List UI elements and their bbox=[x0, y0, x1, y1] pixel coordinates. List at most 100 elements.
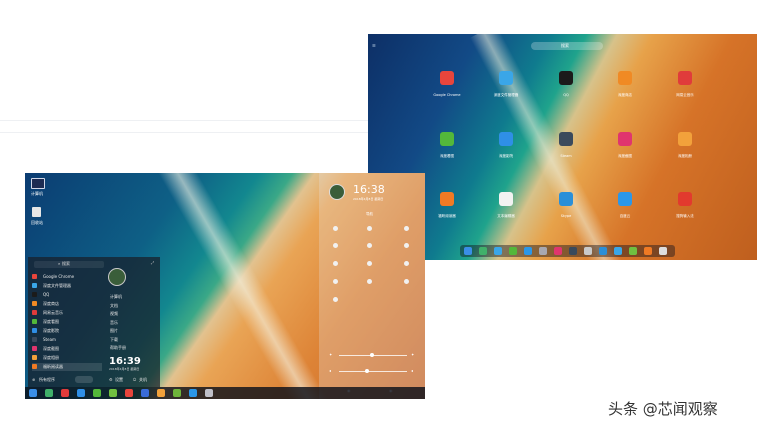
start-menu-item[interactable]: 深度商店 bbox=[32, 300, 102, 308]
launcher-menu-icon[interactable]: ☰ bbox=[372, 44, 376, 48]
text-editor-icon[interactable] bbox=[499, 192, 513, 206]
brightness-slider-knob[interactable] bbox=[370, 353, 374, 357]
computer-icon[interactable] bbox=[31, 178, 45, 189]
start-menu: 搜索 ⌕ ⤢ Google Chrome 深度文件管理器 QQ 深度商店 网易云音乐 深度… bbox=[28, 257, 160, 387]
start-menu-item[interactable]: QQ bbox=[32, 291, 102, 299]
update-icon[interactable] bbox=[404, 279, 409, 284]
power-button[interactable]: 关机 bbox=[139, 378, 147, 382]
dock-settings-icon[interactable] bbox=[539, 247, 547, 255]
keyboard-icon[interactable] bbox=[367, 279, 372, 284]
taskbar-chrome-icon[interactable] bbox=[125, 389, 133, 397]
taskbar-app-icon[interactable] bbox=[109, 389, 117, 397]
start-menu-place-link[interactable]: 下载 bbox=[110, 337, 118, 342]
all-apps-button[interactable]: 所有程序 bbox=[39, 378, 55, 382]
taskbar-cloud-icon[interactable] bbox=[189, 389, 197, 397]
start-menu-place-link[interactable]: 图片 bbox=[110, 329, 118, 333]
start-menu-item[interactable]: 深度影院 bbox=[32, 327, 102, 335]
personalization-icon[interactable] bbox=[333, 243, 338, 248]
taskbar-music-icon[interactable] bbox=[61, 389, 69, 397]
start-menu-item[interactable]: 深度截图 bbox=[32, 345, 102, 353]
cloud-icon[interactable] bbox=[618, 192, 632, 206]
start-menu-item[interactable]: 福昕阅读器 bbox=[32, 363, 102, 371]
launcher-search-input[interactable]: 搜索 bbox=[531, 42, 603, 50]
app-icon bbox=[32, 301, 37, 306]
start-menu-item[interactable]: 深度文件管理器 bbox=[32, 282, 102, 290]
avatar[interactable] bbox=[329, 184, 345, 200]
default-apps-icon[interactable] bbox=[404, 226, 409, 231]
chrome-icon[interactable] bbox=[440, 71, 454, 85]
taskbar-store-icon[interactable] bbox=[141, 389, 149, 397]
start-menu-place-link[interactable]: 帮助手册 bbox=[110, 346, 126, 350]
screenshot-icon[interactable] bbox=[618, 132, 632, 146]
dock-network-icon[interactable] bbox=[599, 247, 607, 255]
taskbar-notes-icon[interactable] bbox=[173, 389, 181, 397]
store-icon[interactable] bbox=[618, 71, 632, 85]
category-toggle[interactable] bbox=[75, 376, 93, 383]
dock-app-icon[interactable] bbox=[629, 247, 637, 255]
image-viewer-icon[interactable] bbox=[440, 132, 454, 146]
volume-slider-knob[interactable] bbox=[365, 369, 369, 373]
start-menu-place-link[interactable]: 计算机 bbox=[110, 295, 122, 299]
dock-launcher-icon[interactable] bbox=[464, 247, 472, 255]
dock-steam-icon[interactable] bbox=[569, 247, 577, 255]
bluetooth-icon[interactable] bbox=[404, 243, 409, 248]
taskbar-image-viewer-icon[interactable] bbox=[93, 389, 101, 397]
avatar[interactable] bbox=[108, 268, 126, 286]
launcher-app-label: QQ bbox=[563, 93, 569, 97]
start-menu-clock: 16:39 bbox=[109, 356, 141, 367]
start-menu-place-link[interactable]: 文档 bbox=[110, 303, 118, 308]
start-menu-item[interactable]: 深度看图 bbox=[32, 318, 102, 326]
input-method-icon[interactable] bbox=[678, 192, 692, 206]
pdf-icon[interactable] bbox=[440, 192, 454, 206]
mouse-icon[interactable] bbox=[333, 279, 338, 284]
taskbar-movie-icon[interactable] bbox=[77, 389, 85, 397]
steam-icon[interactable] bbox=[559, 132, 573, 146]
power-settings-icon[interactable] bbox=[404, 261, 409, 266]
desktop-icon-label: 回收站 bbox=[31, 220, 43, 225]
dock-files-icon[interactable] bbox=[479, 247, 487, 255]
start-menu-place-link[interactable]: 音乐 bbox=[110, 320, 118, 325]
launcher-app-label: 深度截图 bbox=[618, 154, 632, 158]
start-menu-search-input[interactable]: 搜索 bbox=[34, 261, 104, 268]
dock-folder-icon[interactable] bbox=[494, 247, 502, 255]
start-menu-item[interactable]: 深度相册 bbox=[32, 354, 102, 362]
app-icon bbox=[32, 292, 37, 297]
sound-icon[interactable] bbox=[333, 261, 338, 266]
start-menu-item[interactable]: Google Chrome bbox=[32, 273, 102, 281]
settings-button[interactable]: 设置 bbox=[115, 378, 123, 382]
launcher-dock bbox=[460, 245, 675, 257]
trash-icon[interactable] bbox=[32, 207, 41, 217]
taskbar-files-icon[interactable] bbox=[45, 389, 53, 397]
folder-icon[interactable] bbox=[499, 71, 513, 85]
dock-image-viewer-icon[interactable] bbox=[509, 247, 517, 255]
network-icon[interactable] bbox=[367, 243, 372, 248]
qq-icon[interactable] bbox=[559, 71, 573, 85]
taskbar-album-icon[interactable] bbox=[157, 389, 165, 397]
skype-icon[interactable] bbox=[559, 192, 573, 206]
start-menu-item-label: 深度文件管理器 bbox=[43, 283, 71, 288]
display-icon[interactable] bbox=[367, 226, 372, 231]
volume-slider[interactable] bbox=[339, 371, 407, 372]
start-menu-item[interactable]: Steam bbox=[32, 336, 102, 344]
dock-browser-icon[interactable] bbox=[584, 247, 592, 255]
system-info-icon[interactable] bbox=[333, 297, 338, 302]
taskbar-launcher-icon[interactable] bbox=[29, 389, 37, 397]
dock-qq-icon[interactable] bbox=[614, 247, 622, 255]
watermark: 头条 @芯闻观察 bbox=[608, 400, 718, 418]
launcher-app-label: Steam bbox=[560, 154, 572, 158]
movie-icon[interactable] bbox=[499, 132, 513, 146]
start-menu-item[interactable]: 网易云音乐 bbox=[32, 309, 102, 317]
taskbar-settings-icon[interactable] bbox=[205, 389, 213, 397]
expand-icon[interactable]: ⤢ bbox=[151, 261, 154, 265]
start-menu-place-link[interactable]: 视频 bbox=[110, 312, 118, 316]
start-menu-item-label: 深度影院 bbox=[43, 328, 59, 333]
music-icon[interactable] bbox=[678, 71, 692, 85]
dock-trash-icon[interactable] bbox=[659, 247, 667, 255]
dock-cloud-icon[interactable] bbox=[524, 247, 532, 255]
album-icon[interactable] bbox=[678, 132, 692, 146]
time-icon[interactable] bbox=[367, 261, 372, 266]
launcher-app-label: 文本编辑器 bbox=[497, 214, 515, 218]
dock-screenshot-icon[interactable] bbox=[554, 247, 562, 255]
dock-pdf-icon[interactable] bbox=[644, 247, 652, 255]
account-icon[interactable] bbox=[333, 226, 338, 231]
